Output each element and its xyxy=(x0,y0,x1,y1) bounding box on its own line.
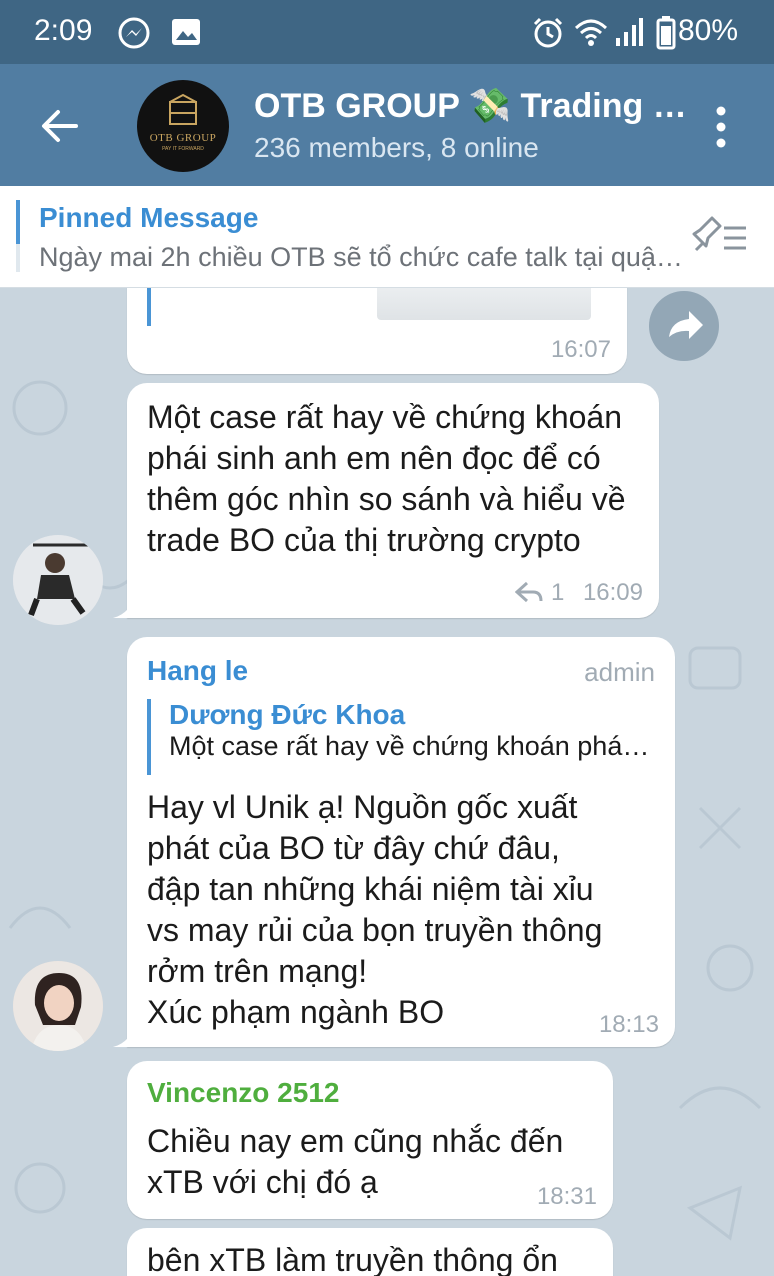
clock: 2:09 xyxy=(34,14,93,47)
link-preview-image[interactable] xyxy=(377,288,591,320)
group-avatar-label: OTB GROUP xyxy=(149,132,217,144)
pinned-message-bar[interactable]: Pinned Message Ngày mai 2h chiều OTB sẽ … xyxy=(0,186,774,288)
member-count: 236 members, 8 online xyxy=(254,132,539,163)
forward-button[interactable] xyxy=(649,291,719,361)
messenger-icon xyxy=(116,16,152,57)
signal-icon xyxy=(614,16,644,53)
message-time: 18:13 xyxy=(598,1011,659,1038)
message-line: đập tan những khái niệm tài xỉu xyxy=(147,871,594,907)
pinned-text: Ngày mai 2h chiều OTB sẽ tổ chức cafe ta… xyxy=(39,242,684,272)
message-text: bên xTB làm truyền thông ổn xyxy=(147,1242,558,1276)
admin-badge: admin xyxy=(584,657,655,687)
message-line: Hay vl Unik ạ! Nguồn gốc xuất xyxy=(147,789,578,825)
message-line: vs may rủi của bọn truyền thông xyxy=(147,912,603,948)
message-line: rởm trên mạng! xyxy=(147,953,368,989)
vertical-dots-icon xyxy=(716,106,726,148)
back-button[interactable] xyxy=(36,102,84,150)
battery-percent: 80% xyxy=(677,14,738,47)
message-line: Xúc phạm ngành BO xyxy=(147,994,445,1030)
pinned-indicator-active xyxy=(16,200,20,244)
chat-title[interactable]: OTB GROUP 💸 Trading Vietnam xyxy=(254,86,694,126)
pin-list-icon[interactable] xyxy=(690,216,748,261)
quote-sender: Dương Đức Khoa xyxy=(169,699,406,730)
message-time: 18:31 xyxy=(536,1183,597,1210)
message-time: 16:07 xyxy=(550,336,611,363)
group-avatar-sublabel: PAY IT FORWARD xyxy=(162,146,204,152)
message-line: Chiều nay em cũng nhắc đến xyxy=(147,1123,564,1159)
forward-arrow-icon xyxy=(669,311,703,339)
bubble-tail xyxy=(113,594,137,618)
wifi-icon xyxy=(574,16,608,53)
reply-icon[interactable] xyxy=(514,581,543,608)
message-bubble[interactable]: Hang le admin Dương Đức Khoa Một case rấ… xyxy=(127,637,675,1047)
reply-count: 1 xyxy=(551,579,565,606)
message-bubble[interactable]: Một case rất hay về chứng khoán phái sin… xyxy=(127,383,659,618)
message-text: Hay vl Unik ạ! Nguồn gốc xuất phát của B… xyxy=(147,787,667,1033)
message-line: phát của BO từ đây chứ đâu, xyxy=(147,830,560,866)
sender-name[interactable]: Vincenzo 2512 xyxy=(147,1077,339,1109)
battery-icon xyxy=(656,16,676,55)
avatar[interactable] xyxy=(13,961,103,1051)
group-avatar[interactable]: OTB GROUP PAY IT FORWARD xyxy=(137,80,229,172)
message-text: Một case rất hay về chứng khoán phái sin… xyxy=(147,399,626,558)
message-bubble[interactable]: Vincenzo 2512 Chiều nay em cũng nhắc đến… xyxy=(127,1061,613,1219)
chat-header: OTB GROUP PAY IT FORWARD OTB GROUP 💸 Tra… xyxy=(0,64,774,186)
message-time: 16:09 xyxy=(582,579,643,606)
message-list[interactable]: 16:07 Một case rất hay về chứng khoán ph… xyxy=(0,288,774,1276)
pinned-label: Pinned Message xyxy=(39,202,259,233)
link-preview-bar xyxy=(147,288,151,326)
sender-name[interactable]: Hang le xyxy=(147,655,248,687)
gallery-icon xyxy=(170,16,202,53)
avatar[interactable] xyxy=(13,535,103,625)
alarm-icon xyxy=(531,16,565,55)
message-bubble[interactable]: bên xTB làm truyền thông ổn xyxy=(127,1228,613,1276)
more-options-button[interactable] xyxy=(706,104,736,150)
message-image-bubble[interactable]: 16:07 xyxy=(127,288,627,374)
reply-quote[interactable]: Dương Đức Khoa Một case rất hay về chứng… xyxy=(147,699,654,775)
status-bar: 2:09 80% xyxy=(0,0,774,64)
bubble-tail xyxy=(113,1023,137,1047)
quote-text: Một case rất hay về chứng khoán phái sin… xyxy=(169,731,654,761)
back-arrow-icon xyxy=(42,110,78,142)
